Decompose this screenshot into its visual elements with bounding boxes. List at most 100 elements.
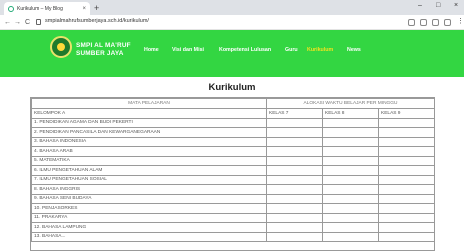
group-label: KELOMPOK A: [31, 108, 267, 119]
subject-cell: 8. BAHASA INGGRIS: [31, 184, 267, 195]
subject-cell: 9. BAHASA SENI BUDAYA: [31, 193, 267, 204]
sidepanel-icon[interactable]: [444, 19, 451, 26]
tab-title: Kurikulum – My Blog: [17, 5, 63, 12]
minimize-button[interactable]: –: [418, 2, 422, 9]
hours-cell: [322, 146, 379, 157]
table-row: 13. BAHASA...: [31, 231, 434, 242]
hours-cell: [322, 165, 379, 176]
share-icon[interactable]: [420, 19, 427, 26]
subject-cell: 6. ILMU PENGETAHUAN ALAM: [31, 165, 267, 176]
subject-cell: 4. BAHASA ARAB: [31, 146, 267, 157]
hours-cell: [322, 212, 379, 223]
star-icon[interactable]: [432, 19, 439, 26]
hours-cell: [266, 203, 323, 214]
subject-cell: 1. PENDIDIKAN AGAMA DAN BUDI PEKERTI: [31, 117, 267, 128]
hours-cell: [266, 136, 323, 147]
nav-news[interactable]: News: [347, 47, 361, 53]
page-title: Kurikulum: [208, 82, 256, 93]
group-row: KELOMPOK A KELAS 7 KELAS 8 KELAS 9: [31, 108, 434, 119]
hours-cell: [266, 212, 323, 223]
hours-cell: [266, 146, 323, 157]
hours-cell: [322, 184, 379, 195]
back-button[interactable]: ←: [4, 18, 11, 27]
hours-cell: [322, 136, 379, 147]
school-name-line2: SUMBER JAYA: [76, 49, 124, 57]
url-text[interactable]: smpialmahrufsumberjaya.sch.id/kurikulum/: [45, 18, 149, 24]
hours-cell: [377, 136, 434, 147]
grade-header: KELAS 9: [377, 108, 434, 119]
table-row: 10. PENJASORKES: [31, 203, 434, 214]
hours-cell: [322, 231, 379, 242]
menu-icon[interactable]: ⋮: [457, 18, 464, 26]
subject-cell: 11. PRAKARYA: [31, 212, 267, 223]
hours-cell: [322, 193, 379, 204]
reload-button[interactable]: C: [25, 18, 30, 27]
table-row: 6. ILMU PENGETAHUAN ALAM: [31, 165, 434, 176]
browser-toolbar: ← → C smpialmahrufsumberjaya.sch.id/kuri…: [0, 15, 464, 30]
hours-cell: [322, 155, 379, 166]
hours-cell: [266, 184, 323, 195]
hours-cell: [377, 203, 434, 214]
tab-close-icon[interactable]: ×: [82, 6, 86, 12]
table-row: 9. BAHASA SENI BUDAYA: [31, 193, 434, 204]
subject-cell: 10. PENJASORKES: [31, 203, 267, 214]
hours-cell: [266, 174, 323, 185]
subject-cell: 13. BAHASA...: [31, 231, 267, 242]
table-row: 12. BAHASA LAMPUNG: [31, 222, 434, 233]
hours-cell: [377, 165, 434, 176]
hours-cell: [377, 146, 434, 157]
hours-cell: [266, 155, 323, 166]
nav-guru[interactable]: Guru: [285, 47, 298, 53]
site-favicon-icon: [8, 5, 14, 12]
hours-cell: [322, 174, 379, 185]
hours-cell: [377, 222, 434, 233]
hours-cell: [377, 174, 434, 185]
school-name-line1: SMPI AL MA'RUF: [76, 42, 131, 49]
hours-cell: [322, 117, 379, 128]
subject-cell: 5. MATEMATIKA: [31, 155, 267, 166]
address-bar[interactable]: smpialmahrufsumberjaya.sch.id/kurikulum/: [36, 17, 386, 28]
hours-cell: [266, 127, 323, 138]
school-logo[interactable]: [50, 36, 72, 58]
nav-visi-misi[interactable]: Visi dan Misi: [172, 47, 204, 53]
hours-cell: [322, 203, 379, 214]
new-tab-button[interactable]: +: [94, 3, 99, 13]
grade-header: KELAS 7: [266, 108, 323, 119]
table-row: 7. ILMU PENGETAHUAN SOSIAL: [31, 174, 434, 185]
header-subject: MATA PELAJARAN: [31, 98, 267, 109]
table-row: 2. PENDIDIKAN PANCASILA DAN KEWARGANEGAR…: [31, 127, 434, 138]
hours-cell: [266, 165, 323, 176]
table-header-row: MATA PELAJARAN ALOKASI WAKTU BELAJAR PER…: [31, 98, 434, 109]
nav-kurikulum[interactable]: Kurikulum: [307, 47, 333, 53]
hours-cell: [377, 193, 434, 204]
table-row: 11. PRAKARYA: [31, 212, 434, 223]
hours-cell: [377, 155, 434, 166]
curriculum-table: MATA PELAJARAN ALOKASI WAKTU BELAJAR PER…: [30, 97, 435, 251]
forward-button[interactable]: →: [14, 18, 21, 27]
table-row: 3. BAHASA INDONESIA: [31, 136, 434, 147]
grade-header: KELAS 8: [322, 108, 379, 119]
hours-cell: [266, 193, 323, 204]
translate-icon[interactable]: [408, 19, 415, 26]
table-row: 5. MATEMATIKA: [31, 155, 434, 166]
maximize-button[interactable]: □: [436, 2, 440, 9]
site-header: SMPI AL MA'RUF SUMBER JAYA Home Visi dan…: [0, 30, 464, 77]
hours-cell: [266, 222, 323, 233]
hours-cell: [377, 184, 434, 195]
school-name[interactable]: SMPI AL MA'RUF SUMBER JAYA: [76, 42, 131, 57]
hours-cell: [377, 231, 434, 242]
hours-cell: [377, 127, 434, 138]
hours-cell: [322, 222, 379, 233]
table-row: 1. PENDIDIKAN AGAMA DAN BUDI PEKERTI: [31, 117, 434, 128]
lock-icon: [36, 19, 41, 25]
browser-tab-strip: Kurikulum – My Blog × + – □ ×: [0, 0, 464, 15]
table-row: 4. BAHASA ARAB: [31, 146, 434, 157]
browser-tab[interactable]: Kurikulum – My Blog ×: [4, 2, 90, 15]
header-allocation: ALOKASI WAKTU BELAJAR PER MINGGU: [265, 98, 434, 109]
nav-kompetensi-lulusan[interactable]: Kompetensi Lulusan: [219, 47, 271, 53]
hours-cell: [266, 231, 323, 242]
nav-home[interactable]: Home: [144, 47, 159, 53]
subject-cell: 7. ILMU PENGETAHUAN SOSIAL: [31, 174, 267, 185]
hours-cell: [377, 212, 434, 223]
close-window-button[interactable]: ×: [454, 2, 458, 9]
